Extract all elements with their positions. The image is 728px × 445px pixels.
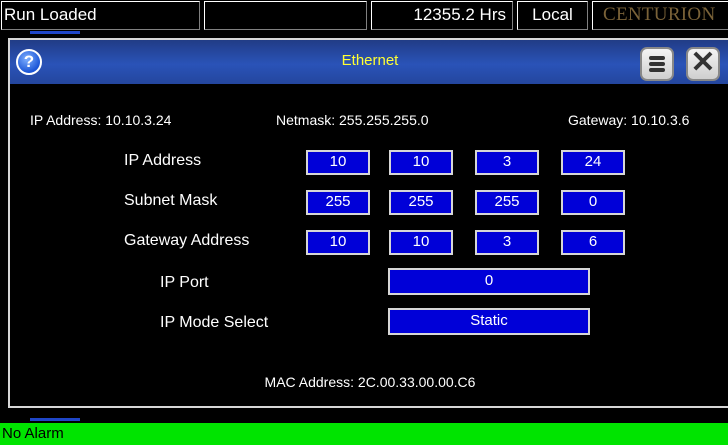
summary-gateway: Gateway: 10.10.3.6	[568, 112, 690, 128]
alarm-accent-line	[30, 418, 80, 421]
ip-address-label: IP Address	[124, 152, 202, 169]
subnet-mask-octet-4[interactable]: 0	[561, 190, 625, 215]
menu-icon[interactable]	[640, 47, 674, 81]
subnet-mask-label: Subnet Mask	[124, 192, 218, 209]
ip-mode-select[interactable]: Static	[388, 308, 590, 335]
ip-address-octet-1[interactable]: 10	[306, 150, 370, 175]
gateway-octet-1[interactable]: 10	[306, 230, 370, 255]
control-mode: Local	[517, 1, 588, 30]
machine-status: Run Loaded	[1, 1, 200, 30]
subnet-mask-octet-3[interactable]: 255	[475, 190, 539, 215]
subnet-mask-octet-2[interactable]: 255	[389, 190, 453, 215]
ip-port-label: IP Port	[160, 274, 209, 291]
mac-address: MAC Address: 2C.00.33.00.00.C6	[264, 374, 476, 390]
summary-ip-address: IP Address: 10.10.3.24	[30, 112, 172, 128]
summary-netmask: Netmask: 255.255.255.0	[276, 112, 429, 128]
close-icon[interactable]: ✕	[686, 47, 720, 81]
top-status-bar: Run Loaded 12355.2 Hrs Local CENTURION	[0, 0, 728, 34]
alarm-status-bar[interactable]: No Alarm	[0, 423, 728, 445]
ethernet-dialog: ? Ethernet ✕ IP Address: 10.10.3.24 Netm…	[8, 38, 728, 408]
gateway-address-label: Gateway Address	[124, 232, 250, 249]
dialog-titlebar: ? Ethernet ✕	[10, 40, 728, 84]
hour-meter: 12355.2 Hrs	[371, 1, 513, 30]
brand-logo: CENTURION	[592, 1, 728, 30]
gateway-octet-4[interactable]: 6	[561, 230, 625, 255]
top-accent-line	[30, 31, 80, 34]
ip-address-octet-3[interactable]: 3	[475, 150, 539, 175]
ip-address-octet-4[interactable]: 24	[561, 150, 625, 175]
gateway-octet-2[interactable]: 10	[389, 230, 453, 255]
ip-address-octet-2[interactable]: 10	[389, 150, 453, 175]
ip-mode-label: IP Mode Select	[160, 314, 269, 331]
gateway-octet-3[interactable]: 3	[475, 230, 539, 255]
ip-port-field[interactable]: 0	[388, 268, 590, 295]
status-segment-empty	[204, 1, 367, 30]
subnet-mask-octet-1[interactable]: 255	[306, 190, 370, 215]
dialog-title: Ethernet	[341, 52, 399, 69]
